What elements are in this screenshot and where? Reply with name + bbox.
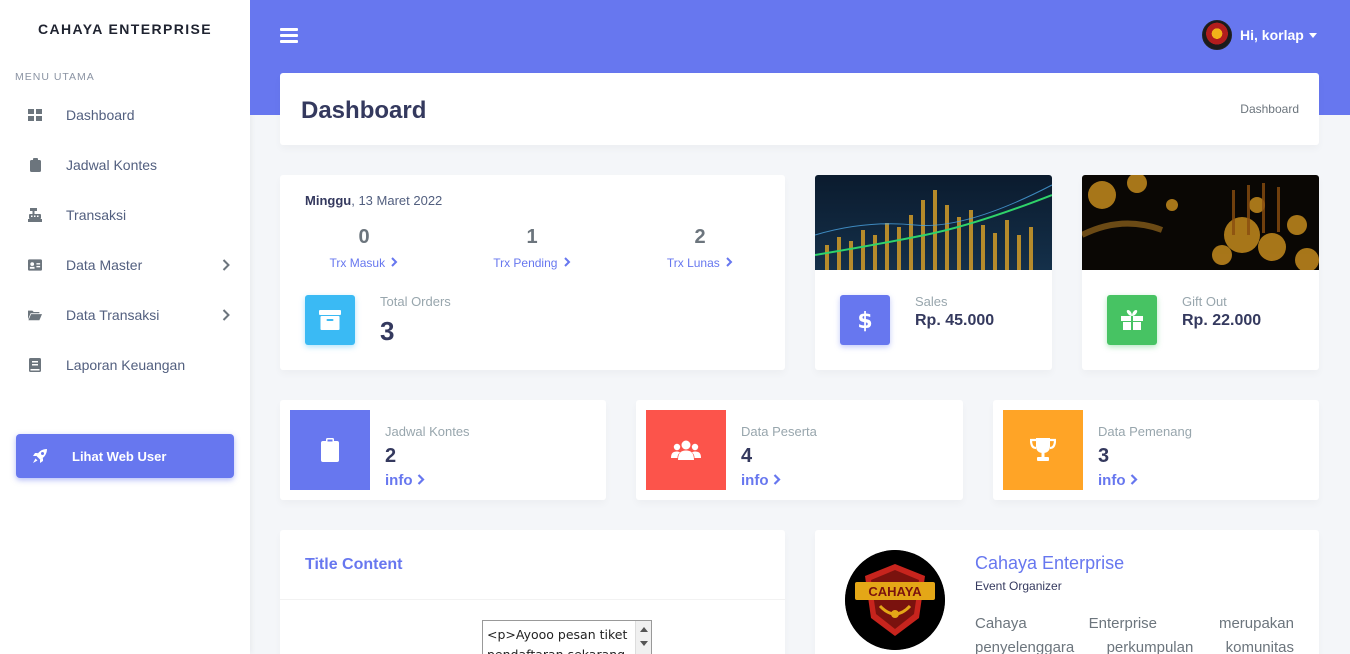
organizer-subtitle: Event Organizer: [975, 579, 1062, 593]
sidebar-item-label: Laporan Keuangan: [66, 357, 186, 373]
chevron-right-icon: [222, 308, 230, 324]
svg-text:$: $: [857, 309, 872, 333]
page-header: Dashboard Dashboard: [280, 73, 1319, 145]
sidebar-item-label: Dashboard: [66, 107, 135, 123]
clipboard-icon: [290, 410, 370, 490]
gift-icon: [1107, 295, 1157, 345]
content-title: Title Content: [305, 556, 403, 573]
lihat-web-user-label: Lihat Web User: [72, 448, 167, 464]
trx-masuk-link[interactable]: Trx Masuk: [304, 256, 424, 270]
data-peserta-info-link[interactable]: info: [741, 472, 781, 489]
data-peserta-value: 4: [741, 445, 753, 467]
trx-pending-stat: 1 Trx Pending: [472, 226, 592, 270]
book-icon: [28, 358, 42, 372]
sidebar-item-label: Transaksi: [66, 207, 127, 223]
coins-image: [1082, 175, 1319, 270]
sidebar-brand[interactable]: CAHAYA ENTERPRISE: [0, 0, 250, 58]
menu-header: MENU UTAMA: [15, 71, 95, 83]
total-orders-value: 3: [380, 316, 395, 346]
title-content-card: Title Content <p>Ayooo pesan tiket penda…: [280, 530, 785, 654]
archive-icon: [305, 295, 355, 345]
rocket-icon: [32, 448, 48, 464]
organizer-profile-card: CAHAYA Cahaya Enterprise Event Organizer…: [815, 530, 1319, 654]
dollar-icon: $: [840, 295, 890, 345]
sales-card: $ Sales Rp. 45.000: [815, 175, 1052, 370]
jadwal-kontes-info-link[interactable]: info: [385, 472, 425, 489]
jadwal-kontes-value: 2: [385, 445, 397, 467]
id-card-icon: [28, 258, 42, 272]
th-large-icon: [28, 108, 42, 122]
trx-masuk-stat: 0 Trx Masuk: [304, 226, 424, 270]
stock-chart-image: [815, 175, 1052, 270]
gift-out-value: Rp. 22.000: [1182, 312, 1262, 329]
user-greeting: Hi, korlap: [1240, 27, 1304, 43]
divider: [280, 599, 785, 600]
gift-out-card: Gift Out Rp. 22.000: [1082, 175, 1319, 370]
sidebar-item-transaksi[interactable]: Transaksi: [0, 190, 250, 240]
sidebar-item-data-transaksi[interactable]: Data Transaksi: [0, 290, 250, 340]
chevron-right-icon: [222, 258, 230, 274]
sidebar-item-label: Data Transaksi: [66, 307, 160, 323]
sidebar-item-jadwal-kontes[interactable]: Jadwal Kontes: [0, 140, 250, 190]
jadwal-kontes-card: Jadwal Kontes 2 info: [280, 400, 606, 500]
trx-lunas-link[interactable]: Trx Lunas: [640, 256, 760, 270]
data-pemenang-card: Data Pemenang 3 info: [993, 400, 1319, 500]
trx-pending-value: 1: [526, 226, 538, 248]
organizer-description: Cahaya Enterprise merupakan penyelenggar…: [975, 615, 1294, 654]
breadcrumb[interactable]: Dashboard: [1240, 102, 1299, 116]
data-pemenang-info-link[interactable]: info: [1098, 472, 1138, 489]
folder-open-icon: [28, 308, 42, 322]
svg-text:CAHAYA: CAHAYA: [868, 584, 922, 599]
hamburger-menu-icon[interactable]: [280, 28, 298, 43]
sidebar-item-data-master[interactable]: Data Master: [0, 240, 250, 290]
trx-lunas-stat: 2 Trx Lunas: [640, 226, 760, 270]
trx-pending-link[interactable]: Trx Pending: [472, 256, 592, 270]
data-pemenang-value: 3: [1098, 445, 1110, 467]
clipboard-icon: [28, 158, 42, 172]
user-dropdown[interactable]: Hi, korlap: [1202, 20, 1317, 50]
current-date: Minggu, 13 Maret 2022: [305, 193, 443, 208]
sidebar-item-label: Data Master: [66, 257, 143, 273]
trx-lunas-value: 2: [694, 226, 706, 248]
sidebar-item-label: Jadwal Kontes: [66, 157, 158, 173]
avatar: [1202, 20, 1232, 50]
cahaya-logo: CAHAYA: [845, 550, 945, 650]
page-title: Dashboard: [301, 97, 427, 124]
jadwal-kontes-title: Jadwal Kontes: [385, 424, 470, 439]
users-icon: [646, 410, 726, 490]
data-peserta-title: Data Peserta: [741, 424, 817, 439]
gift-out-label: Gift Out: [1182, 294, 1227, 309]
sidebar-item-dashboard[interactable]: Dashboard: [0, 90, 250, 140]
sidebar-item-laporan-keuangan[interactable]: Laporan Keuangan: [0, 340, 250, 390]
total-orders-label: Total Orders: [380, 294, 451, 309]
lihat-web-user-button[interactable]: Lihat Web User: [16, 434, 234, 478]
orders-stat-card: Minggu, 13 Maret 2022 0 Trx Masuk 1 Trx …: [280, 175, 785, 370]
data-peserta-card: Data Peserta 4 info: [636, 400, 963, 500]
sidebar: CAHAYA ENTERPRISE MENU UTAMA Dashboard J…: [0, 0, 250, 654]
trophy-icon: [1003, 410, 1083, 490]
content-textarea[interactable]: <p>Ayooo pesan tiket pendaftaran sekaran…: [482, 620, 652, 654]
trx-masuk-value: 0: [358, 226, 370, 248]
data-pemenang-title: Data Pemenang: [1098, 424, 1192, 439]
sales-label: Sales: [915, 294, 948, 309]
caret-down-icon: [1308, 32, 1317, 38]
organizer-name: Cahaya Enterprise: [975, 553, 1125, 573]
sales-value: Rp. 45.000: [915, 312, 995, 329]
textarea-scrollbar[interactable]: [635, 621, 651, 654]
cash-register-icon: [28, 208, 42, 222]
